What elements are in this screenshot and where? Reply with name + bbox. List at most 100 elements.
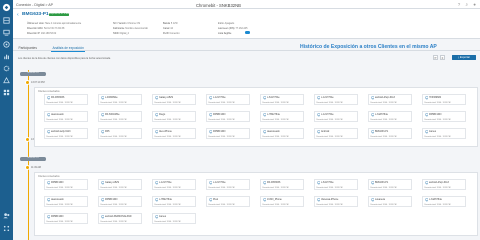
- client-card[interactable]: RF-9353836 Duración total: 12:46 · 12:59 …: [44, 94, 88, 105]
- client-card[interactable]: RF5BF1DN Duración total: 12:46 · 12:59 PM: [206, 128, 250, 139]
- logo-icon[interactable]: [2, 3, 11, 12]
- client-meta: Duración total: 12:46 · 12:59 PM: [154, 203, 181, 206]
- client-card[interactable]: Galaxy-A52S Duración total: 12:46 · 12:59…: [152, 94, 196, 105]
- client-meta: Duración total: 12:46 · 12:59 PM: [46, 220, 73, 223]
- client-name: Lavanera: [375, 198, 385, 202]
- client-meta: Duración total: 12:46 · 12:59 PM: [154, 135, 181, 138]
- client-card[interactable]: BMG633-P1 Duración total: 12:46 · 12:59 P…: [368, 128, 412, 139]
- client-card[interactable]: c-6417764e Duración total: 12:46 · 12:59 …: [260, 94, 304, 105]
- network-icon[interactable]: [2, 40, 11, 49]
- client-card[interactable]: James Duración total: 12:46 · 12:59 PM: [152, 213, 196, 224]
- client-name: c-1217764e: [213, 96, 226, 100]
- client-card[interactable]: c-7B22764e Duración total: 12:46 · 12:59 …: [152, 196, 196, 207]
- client-name: RF5: [105, 130, 110, 134]
- client-meta: Duración total: 12:46 · 12:59 PM: [424, 135, 451, 138]
- client-card[interactable]: Pixel Duración total: 12:46 · 12:59 PM: [206, 196, 250, 207]
- client-card[interactable]: RF5BF1DN Duración total: 12:46 · 12:59 PM: [44, 213, 88, 224]
- client-meta: Duración total: 12:46 · 12:59 PM: [370, 101, 397, 104]
- alerts-icon[interactable]: [2, 76, 11, 85]
- client-card[interactable]: 7F6369684 Duración total: 12:46 · 12:59 P…: [422, 94, 466, 105]
- client-card[interactable]: c-1217764e Duración total: 12:46 · 12:59 …: [206, 94, 250, 105]
- device-icon: [100, 96, 105, 100]
- client-name: android-dhcp-6113: [375, 96, 395, 100]
- client-meta: Duración total: 12:46 · 12:59 PM: [100, 220, 127, 223]
- client-card[interactable]: c-1217764e Duración total: 12:46 · 12:59 …: [206, 179, 250, 190]
- client-card[interactable]: android-kelly-6113 Duración total: 12:46 …: [44, 128, 88, 139]
- client-card[interactable]: c-9334894e Duración total: 12:46 · 12:59 …: [98, 94, 142, 105]
- client-card[interactable]: RF5BF1DN Duración total: 12:46 · 12:59 PM: [206, 111, 250, 122]
- client-name: RF-9353836: [51, 96, 65, 100]
- export-button[interactable]: ⤓ Exportar: [452, 54, 476, 60]
- client-card[interactable]: c-1217764e Duración total: 12:46 · 12:59 …: [314, 94, 358, 105]
- client-card[interactable]: c-1217764e Duración total: 12:46 · 12:59 …: [314, 111, 358, 122]
- client-card[interactable]: android-dhcp-6113 Duración total: 12:46 ·…: [422, 179, 466, 190]
- client-card[interactable]: android-PERSONALPAD Duración total: 12:46…: [98, 213, 142, 224]
- client-card[interactable]: JUNO_Phone Duración total: 12:46 · 12:59 …: [260, 196, 304, 207]
- client-meta: Duración total: 12:46 · 12:59 PM: [154, 220, 181, 223]
- user-icon[interactable]: ●: [473, 2, 476, 7]
- timeline-end-dot: [25, 137, 31, 143]
- client-meta: Duración total: 12:46 · 12:59 PM: [262, 118, 289, 121]
- exclude-toggle[interactable]: [245, 31, 250, 34]
- client-card[interactable]: Android Duración total: 12:46 · 12:59 PM: [314, 128, 358, 139]
- client-name: c-6417764e: [321, 181, 334, 185]
- grid-icon[interactable]: [2, 224, 11, 233]
- settings-icon[interactable]: [2, 64, 11, 73]
- client-card[interactable]: Lavanera Duración total: 12:46 · 12:59 PM: [368, 196, 412, 207]
- device-selector[interactable]: Chromebit - SNKB32NB: [196, 3, 241, 8]
- client-card[interactable]: BMG633-P1 Duración total: 12:46 · 12:59 P…: [368, 179, 412, 190]
- client-card[interactable]: deacoreado Duración total: 12:46 · 12:59 …: [44, 111, 88, 122]
- device-icon: [154, 130, 159, 134]
- client-card[interactable]: RF-9353836 Duración total: 12:46 · 12:59 …: [260, 179, 304, 190]
- device-icon: [46, 198, 51, 202]
- client-meta: Duración total: 12:46 · 12:59 PM: [424, 101, 451, 104]
- client-card[interactable]: c-7B22764e Duración total: 12:46 · 12:59 …: [260, 111, 304, 122]
- device-icon: [154, 113, 159, 117]
- client-card[interactable]: Vanessa-iPhone Duración total: 12:46 · 12…: [314, 196, 358, 207]
- client-meta: Duración total: 12:46 · 12:59 PM: [262, 135, 289, 138]
- client-name: android-kelly-6113: [51, 130, 71, 134]
- filter-button[interactable]: ≡: [440, 54, 445, 60]
- refresh-button[interactable]: ⟳: [433, 54, 438, 60]
- client-card[interactable]: c-34A5764e Duración total: 12:46 · 12:59 …: [422, 196, 466, 207]
- back-button[interactable]: ‹: [17, 12, 19, 18]
- device-icon: [424, 198, 429, 202]
- section-title: Histórico de Exposición a otros Clientes…: [300, 44, 437, 50]
- timeline-line: [27, 70, 29, 240]
- device-icon: [370, 181, 375, 185]
- breadcrumb[interactable]: Conexión - Digital > AP: [16, 3, 53, 7]
- client-meta: Duración total: 12:46 · 12:59 PM: [46, 186, 73, 189]
- client-card[interactable]: deacoreado Duración total: 12:46 · 12:59 …: [44, 196, 88, 207]
- device-icon: [262, 198, 267, 202]
- client-card[interactable]: RF5 Duración total: 12:46 · 12:59 PM: [98, 128, 142, 139]
- client-name: deacoreado: [51, 198, 64, 202]
- help-icon[interactable]: ?: [458, 2, 461, 7]
- client-card[interactable]: c-34A5764e Duración total: 12:46 · 12:59 …: [368, 111, 412, 122]
- client-card[interactable]: deacoreado Duración total: 12:46 · 12:59 …: [260, 128, 304, 139]
- client-card[interactable]: RF5BF1DN Duración total: 12:46 · 12:59 PM: [44, 179, 88, 190]
- users-icon[interactable]: [2, 211, 11, 220]
- client-card[interactable]: Diego Duración total: 12:46 · 12:59 PM: [152, 111, 196, 122]
- client-card[interactable]: c-6417764e Duración total: 12:46 · 12:59 …: [314, 179, 358, 190]
- tab-exposure-analysis[interactable]: Análisis de exposición: [51, 45, 86, 52]
- device-icon: [208, 113, 213, 117]
- devices-icon[interactable]: [2, 28, 11, 37]
- client-card[interactable]: Galaxy-A52S Duración total: 12:46 · 12:59…: [98, 179, 142, 190]
- client-card[interactable]: RF-6301084e Duración total: 12:46 · 12:59…: [98, 111, 142, 122]
- client-card[interactable]: RF5BF1DN Duración total: 12:46 · 12:59 PM: [422, 111, 466, 122]
- apps-icon[interactable]: [2, 88, 11, 97]
- client-meta: Duración total: 12:46 · 12:59 PM: [46, 118, 73, 121]
- client-name: c-6417764e: [267, 96, 280, 100]
- client-card[interactable]: c-1217764e Duración total: 12:46 · 12:59 …: [152, 179, 196, 190]
- tab-participants[interactable]: Participantes: [17, 45, 38, 51]
- dashboard-icon[interactable]: [2, 16, 11, 25]
- client-meta: Duración total: 12:46 · 12:59 PM: [316, 186, 343, 189]
- status-badge: Dispositivo en línea: [49, 12, 69, 17]
- search-icon[interactable]: ⌕: [465, 2, 468, 7]
- client-name: c-1217764e: [159, 181, 172, 185]
- client-card[interactable]: Alex-iPhone Duración total: 12:46 · 12:59…: [152, 128, 196, 139]
- client-card[interactable]: James Duración total: 12:46 · 12:59 PM: [422, 128, 466, 139]
- client-card[interactable]: android-dhcp-6113 Duración total: 12:46 ·…: [368, 94, 412, 105]
- reports-icon[interactable]: [2, 52, 11, 61]
- client-card[interactable]: RF5BF1DN Duración total: 12:46 · 12:59 PM: [98, 196, 142, 207]
